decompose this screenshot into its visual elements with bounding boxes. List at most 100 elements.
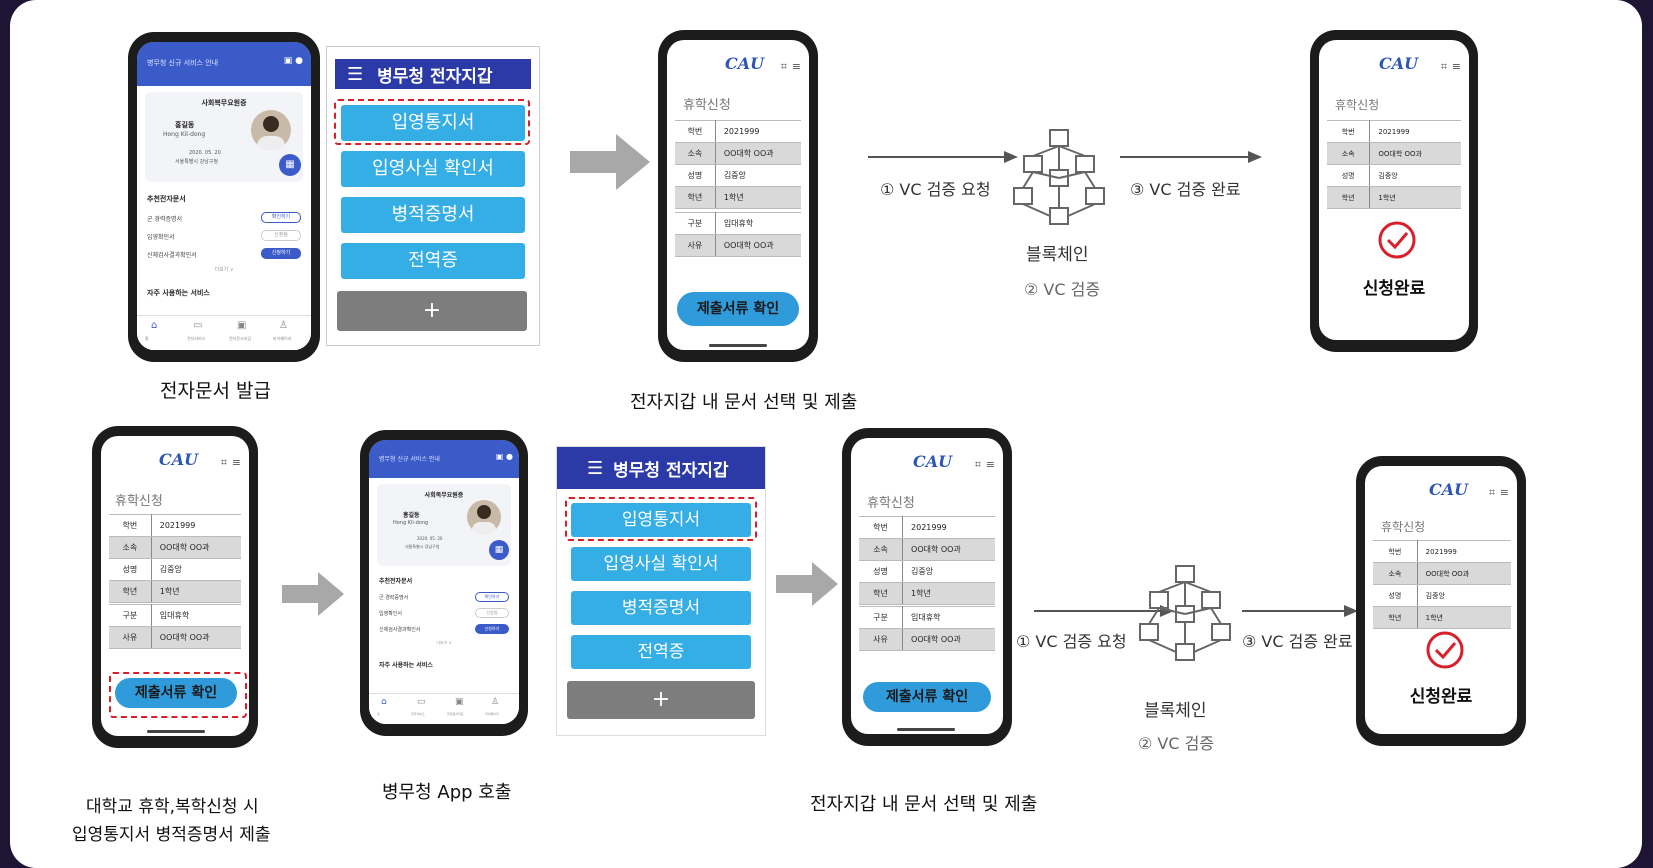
scan-icon[interactable]: ⌗ — [975, 458, 981, 472]
doc-row: 군 경력증명서 — [379, 595, 409, 601]
user-icon[interactable]: ♙ — [491, 697, 499, 707]
doc-row: 신체검사결과확인서 — [379, 627, 421, 633]
complete-phone: CAU ⌗ ≡ 휴학신청 학번 2021999 소속 OO대학 OO과 성명 김중앙 … — [1356, 456, 1526, 746]
menu-icon[interactable]: ≡ — [1452, 60, 1461, 73]
wallet-add-button[interactable]: + — [567, 681, 755, 719]
notice-text: 병무청 신규 서비스 안내 — [147, 59, 219, 67]
service-icon[interactable]: ▭ — [417, 697, 426, 707]
doc-action-pill[interactable]: 신청됨 — [475, 608, 509, 618]
field-label: 학년 — [1327, 186, 1371, 209]
id-card: 사회복무요원증 홍길동 Hong Kil-dong 2020. 05. 20 서… — [377, 484, 511, 566]
wallet-item-enlistment-confirm[interactable]: 입영사실 확인서 — [341, 151, 525, 187]
home-icon[interactable]: ⌂ — [381, 697, 387, 707]
submit-docs-button[interactable]: 제출서류 확인 — [677, 292, 799, 326]
wallet-item-military-record[interactable]: 병적증명서 — [341, 197, 525, 233]
diagram-card: 병무청 신규 서비스 안내 ▣ ● 사회복무요원증 홍길동 Hong Kil-d… — [10, 0, 1642, 868]
field-value: 1학년 — [902, 582, 995, 605]
wallet-menu: ☰ 병무청 전자지갑 입영통지서 입영사실 확인서 병적증명서 전역증 + — [556, 446, 766, 736]
cau-form-screen: CAU ⌗ ≡ 휴학신청 학번 2021999 소속 OO대학 OO과 성명 김중앙 … — [667, 40, 809, 350]
wallet-icon[interactable]: ▣ — [237, 320, 246, 331]
army-app-screen: 병무청 신규 서비스 안내 ▣ ● 사회복무요원증 홍길동 Hong Kil-d… — [137, 42, 311, 350]
menu-icon[interactable]: ☰ — [587, 458, 603, 479]
issue-date: 2020. 05. 20 — [417, 536, 443, 541]
field-value: 2021999 — [1369, 120, 1461, 143]
complete-screen: CAU ⌗ ≡ 휴학신청 학번 2021999 소속 OO대학 OO과 성명 김중앙 … — [1365, 466, 1517, 734]
qr-icon[interactable]: ▦ — [489, 540, 509, 560]
request-arrow-icon — [868, 151, 1018, 163]
field-label: 소속 — [1327, 142, 1371, 165]
bell-icon[interactable]: ▣ ● — [496, 452, 513, 461]
leave-info-table: 구분 입대휴학 사유 OO대학 OO과 — [675, 212, 801, 257]
wallet-item-discharge[interactable]: 전역증 — [341, 243, 525, 279]
field-value: 1학년 — [1369, 186, 1461, 209]
menu-icon[interactable]: ≡ — [232, 456, 241, 469]
wallet-item-discharge[interactable]: 전역증 — [571, 635, 751, 669]
holder-name: 홍길동 — [175, 121, 195, 129]
blockchain-label: 블록체인 — [1144, 701, 1207, 721]
submit-docs-button[interactable]: 제출서류 확인 — [863, 682, 991, 712]
wallet-title: 병무청 전자지갑 — [613, 460, 729, 481]
menu-icon[interactable]: ≡ — [1500, 486, 1509, 499]
nav-label: 마이페이지 — [485, 712, 499, 716]
bell-icon[interactable]: ▣ ● — [284, 56, 303, 66]
service-icon[interactable]: ▭ — [193, 320, 202, 331]
flow-arrow-icon — [570, 134, 650, 190]
field-value: OO대학 OO과 — [715, 234, 801, 257]
field-value: 1학년 — [1417, 606, 1511, 629]
nav-label: 전자서비스 — [187, 336, 206, 341]
field-label: 성명 — [859, 560, 904, 583]
leave-info-table: 구분 입대휴학 사유 OO대학 OO과 — [109, 604, 241, 649]
home-indicator — [709, 344, 767, 347]
doc-action-pill[interactable]: 신청됨 — [261, 230, 301, 241]
wallet-item-military-record[interactable]: 병적증명서 — [571, 591, 751, 625]
qr-icon[interactable]: ▦ — [279, 154, 301, 176]
nav-label: 전자문서지갑 — [229, 336, 252, 341]
field-value: OO대학 OO과 — [1369, 142, 1461, 165]
army-app-phone: 병무청 신규 서비스 안내 ▣ ● 사회복무요원증 홍길동 Hong Kil-d… — [360, 430, 528, 736]
form-title: 휴학신청 — [867, 496, 915, 511]
wallet-header: ☰ 병무청 전자지갑 — [557, 447, 765, 489]
field-label: 학번 — [109, 514, 152, 537]
submit-docs-button[interactable]: 제출서류 확인 — [115, 678, 237, 708]
wallet-header: ☰ 병무청 전자지갑 — [335, 59, 531, 89]
selection-highlight — [565, 497, 757, 541]
scan-icon[interactable]: ⌗ — [221, 456, 227, 470]
form-title: 휴학신청 — [1335, 98, 1380, 112]
doc-action-pill[interactable]: 확인하기 — [261, 212, 301, 223]
field-value: 1학년 — [715, 186, 801, 209]
field-label: 사유 — [109, 626, 152, 649]
caption-univ-line1: 대학교 휴학,복학신청 시 — [86, 797, 259, 817]
vc-complete-label: ③ VC 검증 완료 — [1130, 180, 1241, 199]
menu-icon[interactable]: ≡ — [986, 458, 995, 471]
issue-office: 서울특별시 강남구청 — [405, 544, 440, 549]
holder-name-en: Hong Kil-dong — [393, 520, 429, 526]
more-link[interactable]: 더보기 ∨ — [369, 640, 519, 646]
menu-icon[interactable]: ☰ — [347, 64, 363, 85]
more-link[interactable]: 더보기 ∨ — [137, 266, 311, 273]
cau-form-screen: CAU ⌗ ≡ 휴학신청 학번 2021999 소속 OO대학 OO과 성명 김중앙 … — [101, 436, 249, 736]
flow-arrow-icon — [776, 562, 838, 606]
field-label: 학번 — [859, 516, 904, 539]
cau-form-phone: CAU ⌗ ≡ 휴학신청 학번 2021999 소속 OO대학 OO과 성명 김중앙 … — [842, 428, 1012, 746]
wallet-icon[interactable]: ▣ — [455, 697, 464, 707]
field-value: 김중앙 — [1369, 164, 1461, 187]
doc-action-pill[interactable]: 신청하기 — [261, 248, 301, 259]
menu-icon[interactable]: ≡ — [792, 60, 801, 73]
caption-issue: 전자문서 발급 — [160, 380, 271, 402]
home-icon[interactable]: ⌂ — [151, 320, 157, 331]
doc-action-pill[interactable]: 신청하기 — [475, 624, 509, 634]
field-value: OO대학 OO과 — [902, 628, 995, 651]
cau-logo: CAU — [159, 450, 199, 469]
field-value: 입대휴학 — [902, 606, 995, 629]
field-value: 2021999 — [1417, 540, 1511, 563]
notice-text: 병무청 신규 서비스 안내 — [379, 456, 440, 463]
scan-icon[interactable]: ⌗ — [781, 60, 787, 74]
wallet-add-button[interactable]: + — [337, 291, 527, 331]
wallet-item-enlistment-confirm[interactable]: 입영사실 확인서 — [571, 547, 751, 581]
user-icon[interactable]: ♙ — [279, 320, 288, 331]
doc-action-pill[interactable]: 확인하기 — [475, 592, 509, 602]
scan-icon[interactable]: ⌗ — [1489, 486, 1495, 500]
scan-icon[interactable]: ⌗ — [1441, 60, 1447, 74]
recommend-section-title: 추천전자문서 — [147, 195, 186, 203]
leave-info-table: 구분 입대휴학 사유 OO대학 OO과 — [859, 606, 995, 651]
